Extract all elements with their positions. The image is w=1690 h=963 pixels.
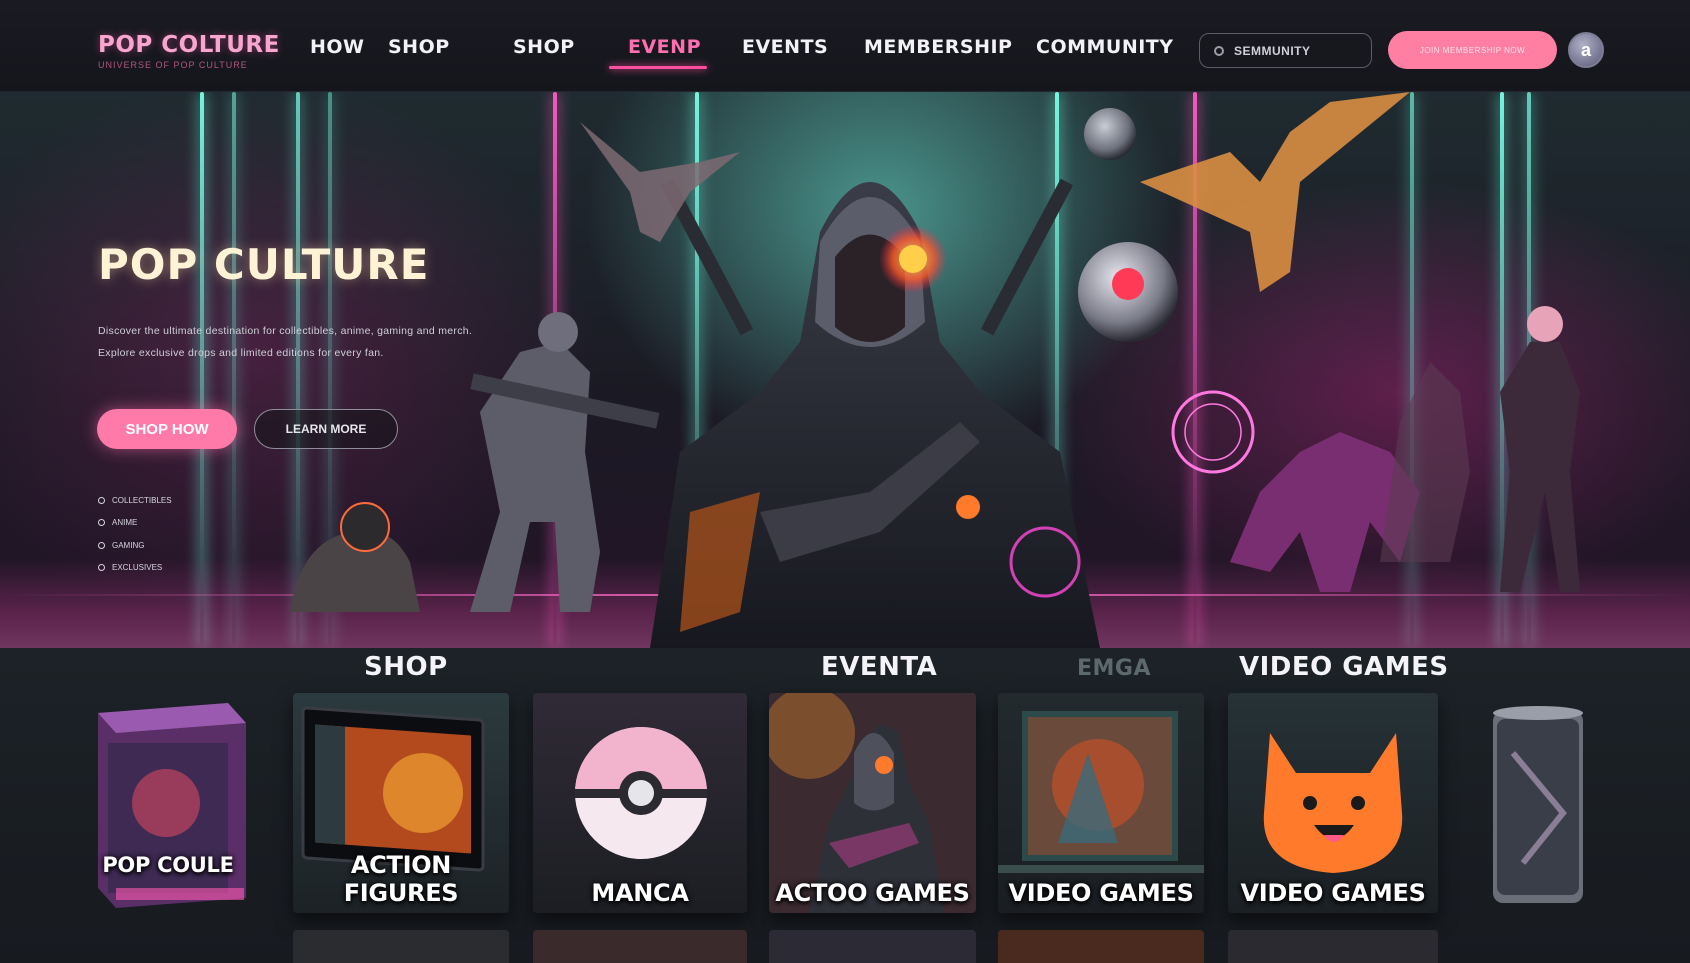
hero-artwork [290,92,1580,648]
bullet-icon [98,541,105,549]
learn-more-button[interactable]: LEARN MORE [254,409,398,449]
category-tile-merch-can[interactable] [1483,693,1595,913]
hero-banner: POP CULTURE Discover the ultimate destin… [0,92,1690,648]
nav-link-shop[interactable]: SHOP [388,36,450,58]
nav-link-events[interactable]: EVENTS [742,36,828,58]
category-tile-row2[interactable] [293,930,509,963]
search-placeholder: SEMMUNITY [1234,43,1311,58]
hero-description: Discover the ultimate destination for co… [98,325,473,359]
list-item[interactable]: EXCLUSIVES [98,557,172,580]
tile-label: ACTION FIGURES [343,851,459,907]
logo-subtitle: UNIVERSE OF POP CULTURE [98,60,248,70]
category-heading-shop: SHOP [364,652,448,682]
search-input[interactable]: SEMMUNITY [1199,33,1372,68]
bullet-icon [98,496,105,504]
tile-label: MANCA [591,879,689,907]
category-heading-events: EVENTA [821,652,938,682]
bullet-icon [98,564,105,572]
category-tile-action-figures[interactable]: ACTION FIGURES [293,693,509,913]
tile-label: VIDEO GAMES [1240,879,1426,907]
tile-label: ACTOO GAMES [775,879,970,907]
category-tile-video-games-2[interactable]: VIDEO GAMES [1228,693,1438,913]
category-tile-actoo-games[interactable]: ACTOO GAMES [769,693,976,913]
category-tile-manca[interactable]: MANCA [533,693,747,913]
tile-label: POP COULE [102,853,234,877]
active-nav-indicator [609,66,707,69]
hero-title: POP CULTURE [98,240,430,289]
list-item[interactable]: ANIME [98,512,172,535]
nav-link-membership[interactable]: MEMBERSHIP [864,36,1012,58]
hero-feature-list: COLLECTIBLES ANIME GAMING EXCLUSIVES [98,489,172,579]
collectible-box-icon [98,703,246,908]
nav-link-evenp[interactable]: EVENP [628,36,701,58]
category-tile-pop-coule[interactable]: POP COULE [88,693,248,913]
drink-can-icon [1493,706,1583,903]
avatar[interactable]: a [1568,32,1604,68]
site-logo[interactable]: POP COLTURE UNIVERSE OF POP CULTURE [98,32,280,70]
logo-title: POP COLTURE [98,32,280,58]
category-heading-emga: EMGA [1077,656,1152,681]
category-tile-row2[interactable] [1228,930,1438,963]
top-nav: POP COLTURE UNIVERSE OF POP CULTURE HOW … [0,0,1690,92]
category-tile-row2[interactable] [533,930,747,963]
shop-now-button[interactable]: SHOP HOW [97,409,237,449]
bullet-icon [98,519,105,527]
list-item[interactable]: GAMING [98,534,172,557]
search-icon [1214,45,1224,56]
category-tile-row2[interactable] [998,930,1204,963]
nav-link-community[interactable]: COMMUNITY [1036,36,1174,58]
category-heading-video-games: VIDEO GAMES [1239,652,1449,682]
list-item[interactable]: COLLECTIBLES [98,489,172,512]
join-membership-button[interactable]: JOIN MEMBERSHIP NOW [1388,31,1557,69]
tile-label: VIDEO GAMES [1008,879,1194,907]
nav-link-how[interactable]: HOW [310,36,365,58]
nav-link-shop-2[interactable]: SHOP [513,36,575,58]
category-tile-video-games[interactable]: VIDEO GAMES [998,693,1204,913]
category-tile-row2[interactable] [769,930,976,963]
